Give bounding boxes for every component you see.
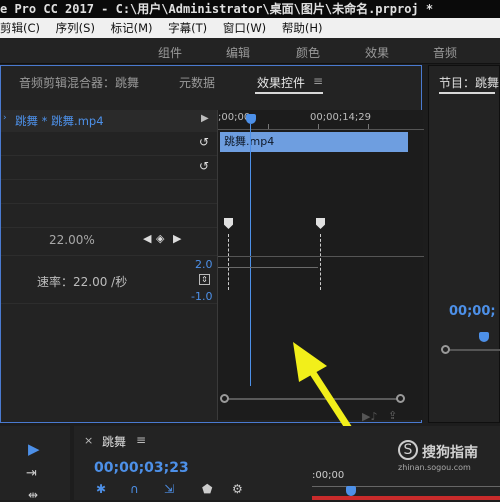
clip-bar[interactable]: 跳舞.mp4 — [220, 132, 408, 152]
speed-rate-label: 速率：22.00 /秒 — [37, 275, 128, 289]
menu-item-titles[interactable]: 字幕(T) — [168, 18, 207, 38]
panel-menu-icon[interactable]: ≡ — [313, 74, 323, 88]
workspace-color[interactable]: 颜色 — [296, 44, 320, 61]
prev-keyframe-icon[interactable]: ◀ — [143, 232, 151, 245]
speed-graph-row: 2.0 速率：22.00 /秒 ⇕ -1.0 — [1, 256, 217, 304]
program-playhead[interactable] — [479, 332, 489, 342]
render-bar — [312, 496, 500, 500]
menu-item-window[interactable]: 窗口(W) — [223, 18, 266, 38]
sequence-ruler[interactable] — [312, 486, 500, 487]
keyframe-guide — [228, 234, 229, 290]
workspace-editing[interactable]: 编辑 — [226, 44, 250, 61]
menu-item-markers[interactable]: 标记(M) — [111, 18, 153, 38]
watermark-url: zhinan.sogou.com — [398, 463, 471, 472]
sogou-logo-icon: S — [398, 440, 418, 460]
tools-panel: ▶ ⇥ ⇹ — [0, 426, 70, 502]
snap-icon[interactable]: ✱ — [96, 482, 106, 496]
marker-icon[interactable]: ⬟ — [202, 482, 212, 496]
window-title: e Pro CC 2017 - C:\用户\Administrator\桌面\图… — [0, 0, 500, 18]
next-keyframe-icon[interactable]: ▶ — [173, 232, 181, 245]
property-row — [1, 204, 217, 228]
sequence-name[interactable]: 跳舞 — [102, 433, 126, 450]
ruler-end-timecode: 00;00;14;29 — [310, 112, 372, 123]
effect-controls-panel: 音频剪辑混合器：跳舞 元数据 效果控件 ≡ › 跳舞 * 跳舞.mp4 ▶ ↺ … — [0, 65, 424, 448]
speed-keyframe-marker[interactable] — [224, 218, 233, 229]
program-monitor-title: 节目：跳舞 — [439, 76, 500, 90]
panel-menu-icon[interactable]: ≡ — [136, 433, 146, 447]
zoom-handle-right[interactable] — [396, 394, 405, 403]
time-ruler[interactable] — [218, 124, 424, 130]
add-marker-icon[interactable]: ⇲ — [164, 482, 174, 496]
add-keyframe-icon[interactable]: ◈ — [156, 232, 164, 245]
workspace-assembly[interactable]: 组件 — [158, 44, 182, 61]
menu-bar: 剪辑(C) 序列(S) 标记(M) 字幕(T) 窗口(W) 帮助(H) — [0, 18, 500, 38]
export-icon[interactable]: ⇪ — [388, 409, 397, 422]
menu-item-clip[interactable]: 剪辑(C) — [0, 18, 40, 38]
workspace-bar: 组件 编辑 颜色 效果 音频 — [0, 38, 500, 64]
selection-tool-icon[interactable]: ▶ — [28, 440, 40, 458]
program-scrub-bar[interactable] — [443, 349, 500, 351]
property-row — [1, 180, 217, 204]
wrench-icon[interactable]: ⚙ — [232, 482, 243, 496]
clip-path: 跳舞 * 跳舞.mp4 — [15, 114, 104, 128]
property-row: ↺ — [1, 132, 217, 156]
close-tab-icon[interactable]: × — [84, 434, 93, 447]
tab-effect-controls[interactable]: 效果控件 — [257, 74, 305, 91]
sequence-timecode[interactable]: 00;00;03;23 — [94, 460, 189, 476]
graph-scale-icon[interactable]: ⇕ — [199, 274, 210, 285]
workspace-audio[interactable]: 音频 — [433, 44, 457, 61]
watermark-brand: 搜狗指南 — [422, 445, 478, 461]
linked-selection-icon[interactable]: ∩ — [130, 482, 139, 496]
program-timecode[interactable]: 00;00; — [449, 304, 496, 319]
keyframe-guide — [320, 234, 321, 290]
playhead-handle[interactable] — [246, 114, 256, 124]
play-only-clip-icon[interactable]: ▶ — [201, 113, 209, 124]
reset-icon[interactable]: ↺ — [199, 159, 209, 173]
clip-header-row: › 跳舞 * 跳舞.mp4 ▶ — [1, 110, 217, 132]
tab-metadata[interactable]: 元数据 — [179, 74, 215, 91]
graph-divider — [218, 256, 424, 257]
chevron-right-icon[interactable]: › — [3, 113, 7, 123]
track-select-tool-icon[interactable]: ⇥ — [26, 466, 37, 481]
active-tab-underline — [255, 92, 323, 94]
effect-properties-column: › 跳舞 * 跳舞.mp4 ▶ ↺ ↺ 22.00% ◀ ◈ ▶ 2.0 速率：… — [1, 110, 217, 420]
menu-item-sequence[interactable]: 序列(S) — [56, 18, 95, 38]
speed-curve-line — [218, 267, 318, 268]
sogou-watermark: S 搜狗指南 zhinan.sogou.com — [398, 440, 500, 476]
workspace-effects[interactable]: 效果 — [365, 44, 389, 61]
menu-item-help[interactable]: 帮助(H) — [282, 18, 323, 38]
playhead-line — [250, 124, 251, 386]
graph-min-value: -1.0 — [191, 290, 213, 303]
reset-icon[interactable]: ↺ — [199, 135, 209, 149]
tab-audio-clip-mixer[interactable]: 音频剪辑混合器：跳舞 — [19, 74, 139, 91]
program-monitor-panel: 节目：跳舞 00;00; — [428, 65, 500, 423]
graph-max-value: 2.0 — [195, 258, 213, 271]
speed-percent-value[interactable]: 22.00% — [49, 233, 95, 247]
zoom-handle-left[interactable] — [220, 394, 229, 403]
ruler-start-timecode: :00;00 — [312, 470, 345, 481]
property-row: ↺ — [1, 156, 217, 180]
active-tab-underline — [439, 92, 495, 94]
sequence-playhead[interactable] — [346, 486, 356, 496]
speed-percent-row: 22.00% ◀ ◈ ▶ — [1, 228, 217, 256]
speed-keyframe-marker[interactable] — [316, 218, 325, 229]
program-zoom-handle[interactable] — [441, 345, 450, 354]
